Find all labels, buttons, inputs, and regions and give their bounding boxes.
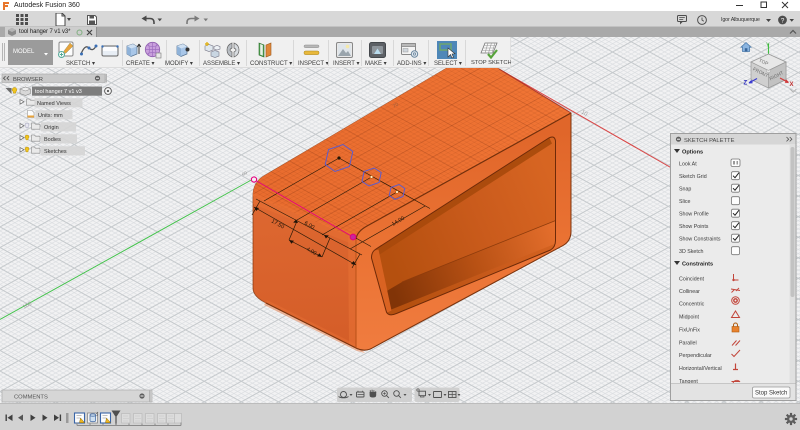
svg-text:BROWSER: BROWSER: [13, 77, 43, 83]
svg-text:3D Sketch: 3D Sketch: [679, 249, 703, 255]
svg-text:Origin: Origin: [44, 125, 59, 131]
svg-text:Options: Options: [682, 150, 703, 156]
svg-text:Show Points: Show Points: [679, 224, 709, 230]
svg-text:Constraints: Constraints: [682, 262, 713, 268]
svg-text:Concentric: Concentric: [679, 302, 705, 308]
svg-text:tool hanger 7 v1 v3: tool hanger 7 v1 v3: [35, 89, 82, 95]
svg-text:Show Profile: Show Profile: [679, 212, 709, 218]
svg-text:Z: Z: [744, 81, 748, 87]
svg-text:Named Views: Named Views: [37, 101, 71, 107]
svg-text:Units: mm: Units: mm: [38, 113, 63, 119]
svg-text:FixUnFix: FixUnFix: [679, 328, 700, 334]
svg-text:Perpendicular: Perpendicular: [679, 353, 712, 359]
svg-text:Coincident: Coincident: [679, 277, 705, 283]
svg-text:Snap: Snap: [679, 187, 691, 193]
svg-text:Look At: Look At: [679, 162, 697, 168]
svg-text:Bodies: Bodies: [44, 137, 61, 143]
svg-text:Collinear: Collinear: [679, 289, 700, 295]
svg-text:Show Constraints: Show Constraints: [679, 237, 721, 243]
svg-text:Parallel: Parallel: [679, 341, 697, 347]
svg-text:Sketch Grid: Sketch Grid: [679, 174, 707, 180]
svg-text:Midpoint: Midpoint: [679, 315, 700, 321]
svg-text:Stop Sketch: Stop Sketch: [755, 391, 787, 397]
svg-text:?: ?: [781, 17, 785, 24]
svg-text:Slice: Slice: [679, 199, 691, 205]
svg-text:X: X: [790, 82, 794, 88]
svg-text:COMMENTS: COMMENTS: [14, 395, 48, 401]
svg-text:Horizontal/Vertical: Horizontal/Vertical: [679, 366, 722, 372]
svg-text:SKETCH PALETTE: SKETCH PALETTE: [684, 138, 735, 144]
svg-text:Sketches: Sketches: [44, 149, 67, 155]
svg-text:Y: Y: [766, 43, 770, 49]
